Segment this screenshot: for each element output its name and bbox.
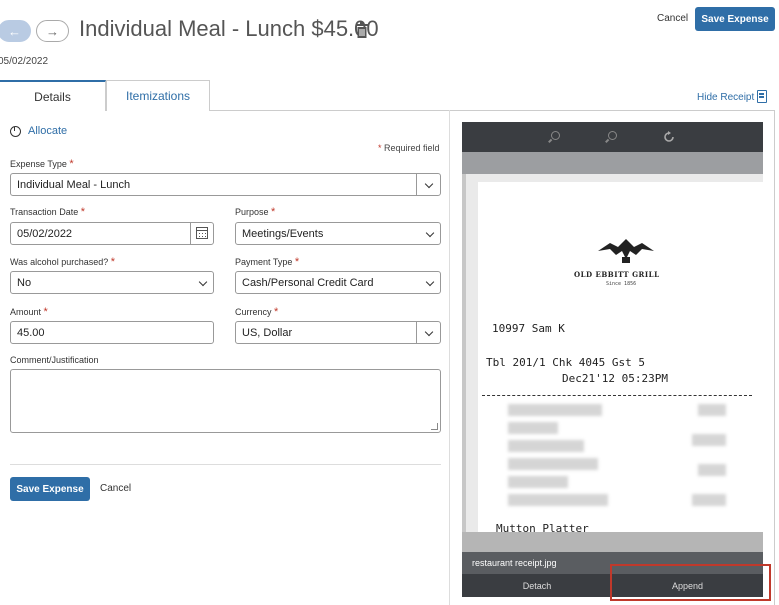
panel-split [449,110,450,605]
arrow-left-icon: ← [8,23,21,39]
eagle-logo-icon [598,239,654,263]
detach-button[interactable]: Detach [462,574,612,597]
tab-details[interactable]: Details [0,80,106,111]
receipt-dashes [482,395,752,396]
save-expense-button[interactable]: Save Expense [695,7,775,31]
blurred-line [508,476,568,488]
viewer-bottom-strip [462,532,763,552]
resize-handle-icon[interactable] [431,423,438,430]
receipt-viewer: OLD EBBITT GRILL Since 1856 10997 Sam K … [462,122,763,597]
panel-border [774,110,775,605]
transaction-date-label: Transaction Date * [10,206,85,218]
append-highlight-box [610,564,771,601]
save-expense-button-bottom[interactable]: Save Expense [10,477,90,501]
blurred-line [508,494,608,506]
receipt-footer: Mutton Platter [496,522,589,532]
currency-select[interactable]: US, Dollar [235,321,441,344]
blurred-line [508,422,558,434]
blurred-line [508,404,602,416]
blurred-amount [692,434,726,446]
blurred-amount [692,494,726,506]
zoom-in-icon[interactable] [551,131,560,140]
tab-itemizations[interactable]: Itemizations [106,80,210,111]
blurred-amount [698,464,726,476]
receipt-image: OLD EBBITT GRILL Since 1856 10997 Sam K … [466,174,763,532]
allocate-link[interactable]: Allocate [28,125,67,137]
zoom-out-icon[interactable] [608,131,617,140]
chevron-down-icon [424,179,434,189]
alcohol-label: Was alcohol purchased? * [10,256,116,268]
chevron-down-icon [425,277,435,287]
chevron-down-icon [424,327,434,337]
cancel-button[interactable]: Cancel [657,13,688,24]
comment-label: Comment/Justification [10,355,99,365]
payment-type-select[interactable]: Cash/Personal Credit Card [235,271,441,294]
receipt-icon[interactable] [757,90,767,103]
payment-type-label: Payment Type * [235,256,300,268]
forward-button[interactable]: → [36,20,69,42]
viewer-strip [462,152,763,174]
receipt-paper: OLD EBBITT GRILL Since 1856 10997 Sam K … [478,182,763,532]
expense-type-label: Expense Type * [10,158,74,170]
expense-type-select[interactable]: Individual Meal - Lunch [10,173,441,196]
calendar-icon[interactable] [196,227,208,239]
form-divider [10,464,441,465]
trash-icon[interactable] [356,22,368,38]
comment-textarea[interactable] [10,369,441,433]
page-title: Individual Meal - Lunch $45.00 [79,16,379,41]
cancel-button-bottom[interactable]: Cancel [100,483,131,494]
receipt-filename: restaurant receipt.jpg [472,558,557,568]
amount-input[interactable]: 45.00 [10,321,214,344]
transaction-date-input[interactable]: 05/02/2022 [10,222,214,245]
viewer-toolbar [462,122,763,152]
rotate-icon[interactable] [663,131,675,143]
blurred-line [508,440,584,452]
back-button[interactable]: ← [0,20,31,42]
amount-label: Amount * [10,306,48,318]
purpose-select[interactable]: Meetings/Events [235,222,441,245]
receipt-logo-sub: Since 1856 [606,281,637,287]
receipt-server: 10997 Sam K [492,322,565,335]
receipt-date: Dec21'12 05:23PM [562,372,668,385]
pie-chart-icon[interactable] [10,126,21,137]
blurred-amount [698,404,726,416]
arrow-right-icon: → [46,23,59,39]
blurred-line [508,458,598,470]
purpose-label: Purpose * [235,206,276,218]
receipt-logo-text: OLD EBBITT GRILL [574,270,660,279]
required-field-note: * Required field [378,143,440,153]
expense-date: 05/02/2022 [0,56,49,67]
chevron-down-icon [425,228,435,238]
receipt-table: Tbl 201/1 Chk 4045 Gst 5 [486,356,645,369]
currency-label: Currency * [235,306,279,318]
alcohol-select[interactable]: No [10,271,214,294]
chevron-down-icon [198,277,208,287]
hide-receipt-link[interactable]: Hide Receipt [697,92,754,103]
